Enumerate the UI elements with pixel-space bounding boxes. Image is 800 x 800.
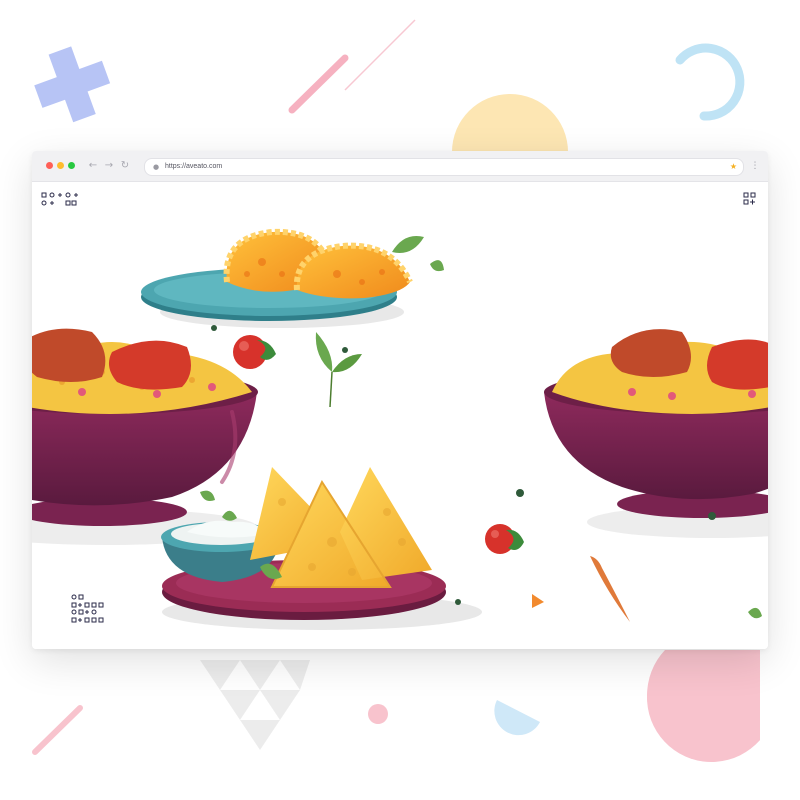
forward-arrow-icon[interactable]: → bbox=[102, 158, 116, 174]
pea bbox=[211, 325, 217, 331]
rice-bowl-left bbox=[32, 328, 258, 545]
dot-pattern-bottom-left bbox=[71, 594, 104, 623]
thin-line-shape bbox=[344, 19, 416, 91]
pink-wedge-shape bbox=[647, 650, 760, 761]
pink-stroke-shape-2 bbox=[32, 705, 83, 755]
triangle-pattern-shape bbox=[200, 660, 310, 750]
back-arrow-icon[interactable]: ← bbox=[86, 158, 100, 174]
chili-pepper bbox=[590, 556, 630, 622]
url-text[interactable]: https://aveato.com bbox=[165, 159, 222, 175]
minimize-window-button[interactable] bbox=[57, 162, 64, 169]
tomato bbox=[485, 524, 524, 554]
dot-pattern-top-left bbox=[41, 192, 78, 206]
pea bbox=[516, 489, 524, 497]
yellow-semicircle-shape bbox=[452, 94, 568, 152]
dot-pattern-top-right bbox=[743, 192, 756, 205]
leaf-small bbox=[200, 490, 215, 501]
tomato bbox=[233, 335, 276, 369]
lock-icon: ● bbox=[153, 163, 160, 171]
rice-bowl-right bbox=[544, 329, 768, 538]
pea bbox=[455, 599, 461, 605]
bookmark-star-icon[interactable]: ★ bbox=[730, 159, 737, 175]
empanada-plate bbox=[141, 228, 444, 328]
blue-wedge-shape bbox=[494, 700, 540, 736]
close-window-button[interactable] bbox=[46, 162, 53, 169]
maximize-window-button[interactable] bbox=[68, 162, 75, 169]
meat-piece bbox=[610, 329, 691, 377]
reload-icon[interactable]: ↻ bbox=[118, 158, 132, 174]
pea bbox=[708, 512, 716, 520]
pink-stroke-shape bbox=[288, 54, 349, 114]
meat-piece bbox=[32, 328, 106, 382]
food-illustration bbox=[32, 192, 768, 630]
browser-menu-icon[interactable]: ⋮ bbox=[750, 158, 760, 174]
leaf bbox=[392, 236, 424, 253]
herb-sprig bbox=[315, 332, 362, 408]
leaf bbox=[430, 260, 444, 272]
meat-piece bbox=[108, 340, 191, 390]
browser-window: ← → ↻ ● https://aveato.com ★ ⋮ bbox=[32, 151, 768, 649]
blue-plus-shape bbox=[34, 46, 111, 123]
leaf-small bbox=[748, 607, 762, 619]
browser-toolbar: ← → ↻ ● https://aveato.com ★ ⋮ bbox=[32, 151, 768, 182]
blue-arc-shape bbox=[675, 43, 745, 121]
carrot-piece bbox=[532, 594, 544, 608]
page-viewport bbox=[32, 182, 768, 649]
address-bar[interactable]: ● https://aveato.com ★ bbox=[144, 158, 744, 176]
pink-dot-shape bbox=[368, 704, 388, 724]
meat-piece bbox=[707, 339, 768, 390]
